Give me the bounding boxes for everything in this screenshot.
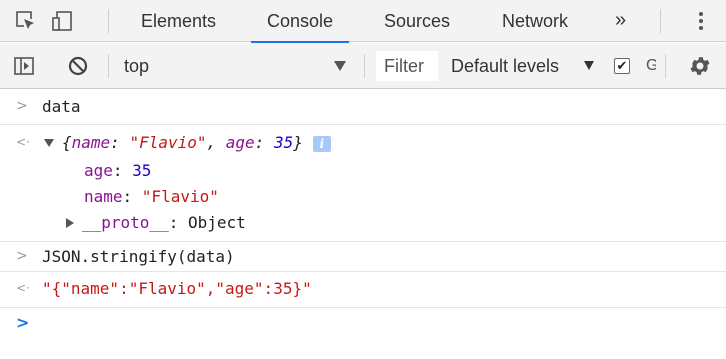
toolbar-divider [364,54,365,78]
console-input-text: JSON.stringify(data) [42,247,235,266]
input-prompt-icon: > [16,98,28,114]
result-arrow-icon: <· [16,281,30,295]
property-proto[interactable]: __proto__: Object [66,213,246,232]
tab-network[interactable]: Network [502,0,568,42]
devtools-tab-bar: Elements Console Sources Network » [0,0,726,43]
filter-input[interactable]: Filter [376,51,438,81]
kebab-menu-icon[interactable] [697,10,705,32]
console-result-object: <· {name: "Flavio", age: 35} i age: 35 na… [0,125,726,242]
expand-triangle-icon[interactable] [44,138,54,147]
collapse-triangle-icon[interactable] [66,217,74,228]
console-toolbar: top Filter Default levels ✔ G [0,43,726,89]
object-summary[interactable]: {name: "Flavio", age: 35} i [44,133,331,152]
console-input-text: data [42,97,81,116]
string-result: "{"name":"Flavio","age":35}" [42,279,312,298]
input-prompt-icon: > [16,248,28,264]
toolbar-divider [108,54,109,78]
sidebar-toggle-icon[interactable] [12,54,36,78]
result-arrow-icon: <· [16,135,30,149]
console-result-string: <· "{"name":"Flavio","age":35}" [0,272,726,308]
console-output: > data <· {name: "Flavio", age: 35} i age… [0,90,726,359]
tab-elements[interactable]: Elements [141,0,216,42]
context-dropdown-arrow-icon[interactable] [334,61,346,71]
log-levels-dropdown[interactable]: Default levels [451,43,559,89]
property-age: age: 35 [84,161,152,180]
property-name: name: "Flavio" [84,187,219,206]
clear-console-icon[interactable] [66,54,90,78]
tab-console[interactable]: Console [250,0,350,43]
device-toolbar-icon[interactable] [50,9,74,33]
more-tabs-button[interactable]: » [615,0,626,42]
toolbar-divider [108,9,109,33]
console-input-line: > JSON.stringify(data) [0,242,726,272]
tab-sources[interactable]: Sources [384,0,450,42]
toolbar-divider [665,54,666,78]
console-input-line: > data [0,90,726,125]
levels-dropdown-arrow-icon[interactable] [584,61,594,70]
active-prompt-icon: > [16,313,30,332]
group-similar-checkbox[interactable]: ✔ [614,58,630,74]
console-prompt-line[interactable]: > [0,308,726,338]
info-icon[interactable]: i [312,135,331,152]
console-settings-gear-icon[interactable] [688,54,712,78]
context-selector[interactable]: top [124,43,149,89]
inspect-element-icon[interactable] [14,9,38,33]
group-similar-label: G [646,57,656,74]
toolbar-divider [660,9,661,33]
